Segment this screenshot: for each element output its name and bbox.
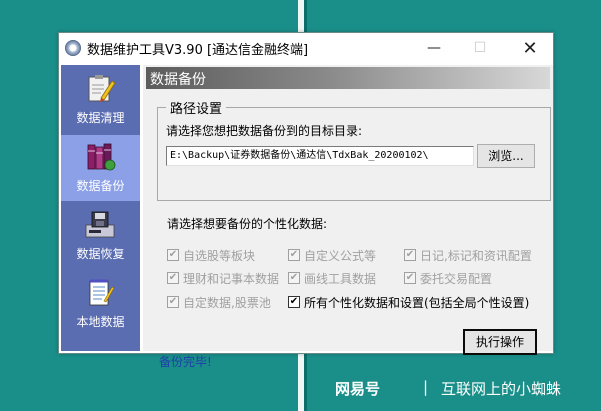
- watermark-logo: 网易号: [335, 380, 381, 398]
- sidebar-item-local-data[interactable]: 本地数据: [61, 271, 140, 337]
- minimize-button[interactable]: —: [411, 33, 457, 63]
- watermark-separator: |: [423, 378, 429, 396]
- path-hint: 请选择您想把数据备份到的目标目录:: [166, 124, 363, 138]
- path-settings-group: 路径设置 请选择您想把数据备份到的目标目录: E:\Backup\证券数据备份\…: [157, 98, 551, 201]
- checkbox[interactable]: ✔: [288, 272, 300, 284]
- checkbox[interactable]: ✔: [167, 249, 179, 261]
- app-window: 数据维护工具V3.90 [通达信金融终端] — ☐ ✕ 数据清理 数据备份 数据…: [58, 32, 554, 369]
- group-legend: 路径设置: [166, 98, 227, 117]
- option-label: 自定义公式等: [304, 249, 377, 263]
- app-disc-icon: [65, 40, 81, 56]
- backup-panel: 数据备份 路径设置 请选择您想把数据备份到的目标目录: E:\Backup\证券…: [143, 65, 553, 369]
- sidebar: 数据清理 数据备份 数据恢复 本地数据: [61, 65, 140, 351]
- status-text: 备份完毕!: [159, 355, 212, 369]
- sidebar-item-cleanup[interactable]: 数据清理: [61, 67, 140, 133]
- checkbox[interactable]: ✔: [288, 249, 300, 261]
- checkbox[interactable]: ✔: [404, 272, 416, 284]
- options-hint: 请选择想要备份的个性化数据:: [167, 217, 328, 231]
- option-label: 画线工具数据: [304, 272, 377, 286]
- maximize-button[interactable]: ☐: [457, 33, 503, 63]
- sidebar-label: 本地数据: [76, 315, 125, 329]
- option-label: 自定数据,股票池: [183, 296, 271, 310]
- checkbox[interactable]: ✔: [167, 296, 179, 308]
- close-button[interactable]: ✕: [507, 33, 553, 63]
- clipboard-pencil-icon: [88, 75, 116, 102]
- watermark-text: 互联网上的小蜘蛛: [441, 380, 562, 398]
- books-icon: [87, 143, 116, 171]
- checkbox[interactable]: ✔: [167, 272, 179, 284]
- execute-button[interactable]: 执行操作: [463, 329, 537, 355]
- option-label: 自选股等板块: [183, 249, 256, 263]
- option-label: 日记,标记和资讯配置: [420, 249, 532, 263]
- panel-title: 数据备份: [150, 72, 206, 88]
- backup-path-field[interactable]: E:\Backup\证券数据备份\通达信\TdxBak_20200102\: [166, 146, 474, 166]
- sidebar-label: 数据恢复: [76, 247, 125, 261]
- title-bar[interactable]: 数据维护工具V3.90 [通达信金融终端] — ☐ ✕: [59, 33, 553, 63]
- notepad-icon: [89, 279, 115, 306]
- sidebar-item-backup[interactable]: 数据备份: [61, 135, 140, 201]
- checkbox[interactable]: ✔: [404, 249, 416, 261]
- option-label: 委托交易配置: [420, 272, 493, 286]
- window-title: 数据维护工具V3.90 [通达信金融终端]: [87, 43, 309, 58]
- browse-button[interactable]: 浏览...: [477, 144, 535, 168]
- sidebar-label: 数据备份: [76, 179, 125, 193]
- panel-header: 数据备份: [146, 67, 550, 89]
- option-label: 理财和记事本数据: [183, 272, 280, 286]
- floppy-disk-icon: [85, 211, 115, 238]
- sidebar-item-restore[interactable]: 数据恢复: [61, 203, 140, 269]
- option-label: 所有个性化数据和设置(包括全局个性设置): [304, 296, 530, 310]
- sidebar-label: 数据清理: [76, 111, 125, 125]
- checkbox[interactable]: ✔: [288, 296, 300, 308]
